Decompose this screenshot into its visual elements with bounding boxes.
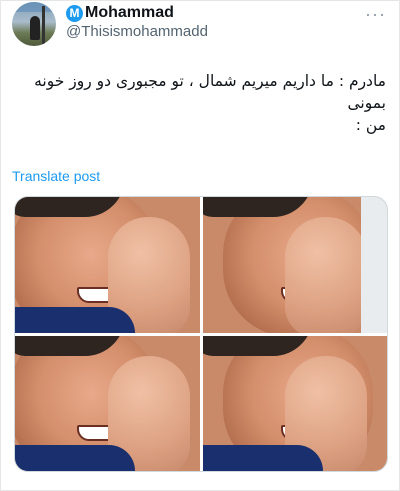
avatar-pole — [42, 6, 45, 44]
hand-shape — [285, 217, 367, 333]
avatar[interactable] — [12, 2, 56, 46]
avatar-figure — [30, 16, 40, 40]
avatar-sky — [12, 2, 56, 12]
author-name-row[interactable]: M Mohammad — [66, 4, 174, 22]
media-grid[interactable] — [14, 196, 388, 472]
more-options-icon[interactable]: ··· — [365, 4, 386, 25]
author-handle[interactable]: @Thisismohammadd — [66, 23, 208, 40]
name-initial-badge: M — [66, 4, 83, 22]
media-image[interactable] — [15, 335, 200, 471]
shirt-shape — [202, 445, 323, 471]
post-text: مادرم : ما داریم میریم شمال ، تو مجبوری … — [12, 70, 386, 136]
shirt-shape — [15, 445, 135, 471]
post-text-line: من : — [355, 116, 386, 134]
media-image[interactable] — [15, 197, 200, 333]
post-text-line: بمونی — [347, 94, 386, 112]
post-text-line: مادرم : ما داریم میریم شمال ، تو مجبوری … — [34, 72, 386, 90]
translate-post-link[interactable]: Translate post — [12, 168, 100, 184]
media-image[interactable] — [202, 335, 387, 471]
media-image[interactable] — [202, 197, 387, 333]
author-name[interactable]: Mohammad — [85, 4, 174, 22]
background-shape — [361, 197, 387, 333]
shirt-shape — [15, 306, 135, 333]
